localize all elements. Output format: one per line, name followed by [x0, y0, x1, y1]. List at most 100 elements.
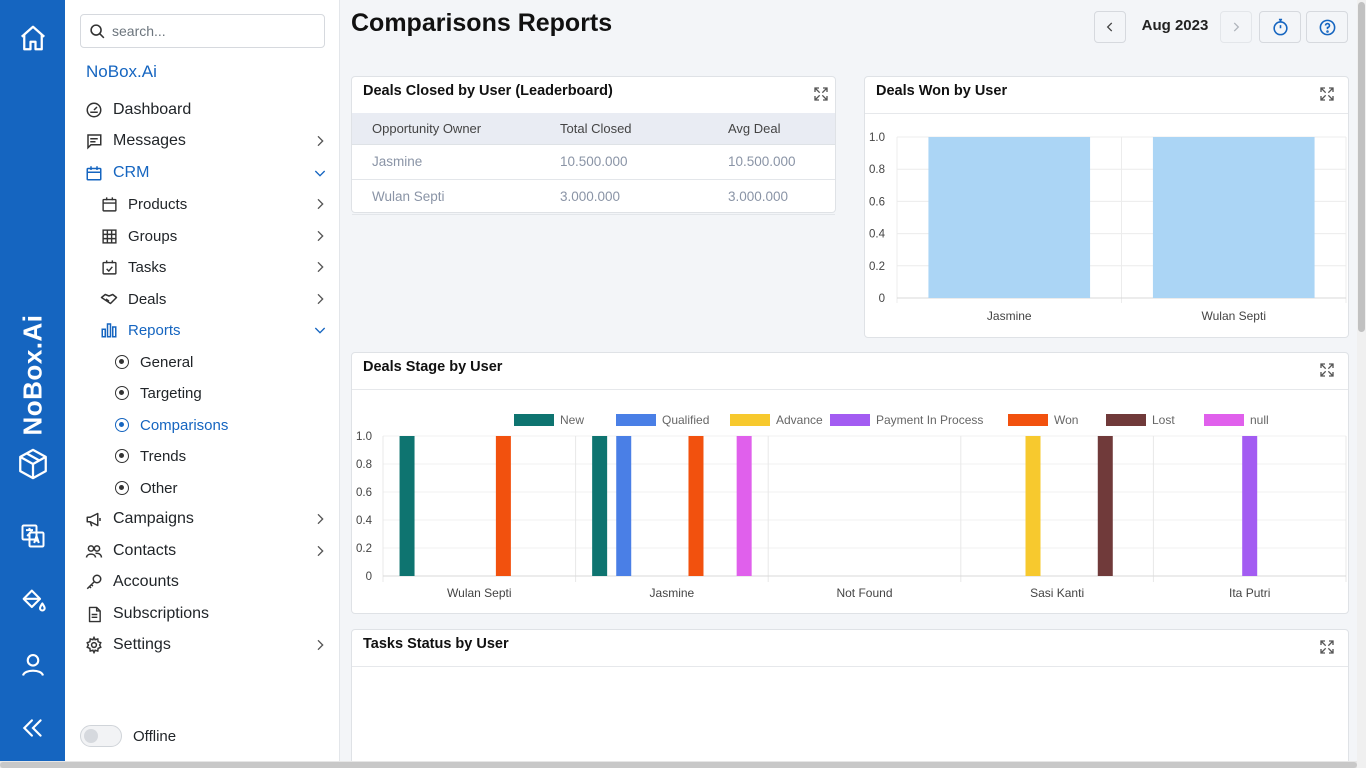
- sidebar-item-tasks[interactable]: Tasks: [100, 254, 328, 280]
- sidebar-item-label: Subscriptions: [113, 605, 210, 622]
- paint-bucket-icon[interactable]: [16, 583, 50, 617]
- search-icon: [90, 23, 105, 38]
- legend-label: Lost: [1152, 413, 1175, 427]
- scrollbar-thumb[interactable]: [0, 762, 1357, 768]
- x-tick-label: Wulan Septi: [1202, 309, 1266, 323]
- period-label: Aug 2023: [1141, 17, 1209, 34]
- legend-label: New: [560, 413, 584, 427]
- groups-icon: [100, 227, 118, 245]
- legend-swatch: [616, 414, 656, 426]
- sidebar-item-messages[interactable]: Messages: [85, 128, 328, 154]
- contacts-icon: [85, 542, 103, 560]
- chevron-right-icon: [317, 545, 324, 557]
- sidebar-item-subscriptions[interactable]: Subscriptions: [85, 601, 328, 627]
- leaderboard-table: Opportunity Owner Total Closed Avg Deal …: [352, 113, 835, 215]
- sidebar-item-accounts[interactable]: Accounts: [85, 569, 328, 595]
- sidebar-item-targeting[interactable]: Targeting: [115, 380, 328, 406]
- chevron-right-icon: [317, 230, 324, 242]
- legend-label: Advance: [776, 413, 823, 427]
- sidebar-item-contacts[interactable]: Contacts: [85, 538, 328, 564]
- sidebar: NoBox.Ai Dashboard Messages CRM Products…: [65, 0, 340, 768]
- chevron-down-icon: [314, 170, 326, 177]
- bar: [495, 436, 511, 576]
- y-tick-label: 0.2: [869, 261, 885, 273]
- sidebar-item-products[interactable]: Products: [100, 191, 328, 217]
- bar: [616, 436, 632, 576]
- sidebar-item-general[interactable]: General: [115, 349, 328, 375]
- bar: [688, 436, 704, 576]
- vertical-scrollbar[interactable]: [1357, 0, 1366, 768]
- card-title: Deals Stage by User: [363, 359, 503, 375]
- expand-icon[interactable]: [1319, 86, 1335, 102]
- bar: [592, 436, 608, 576]
- expand-icon[interactable]: [813, 86, 829, 102]
- crm-icon: [85, 164, 103, 182]
- sidebar-item-other[interactable]: Other: [115, 475, 328, 501]
- sidebar-item-settings[interactable]: Settings: [85, 632, 328, 658]
- chevron-right-icon: [317, 293, 324, 305]
- radio-icon: [115, 355, 129, 369]
- y-tick-label: 0.2: [356, 543, 372, 555]
- legend-swatch: [514, 414, 554, 426]
- timer-button[interactable]: [1259, 11, 1301, 43]
- sidebar-item-reports[interactable]: Reports: [100, 317, 328, 343]
- legend-label: Qualified: [662, 413, 709, 427]
- rail-brand: NoBox.Ai: [17, 314, 48, 436]
- bar-chart-icon: [100, 321, 118, 339]
- sidebar-item-label: Settings: [113, 636, 171, 653]
- sidebar-item-comparisons[interactable]: Comparisons: [115, 412, 328, 438]
- radio-icon: [115, 418, 129, 432]
- expand-icon[interactable]: [1319, 639, 1335, 655]
- sidebar-item-trends[interactable]: Trends: [115, 443, 328, 469]
- sidebar-item-crm[interactable]: CRM: [85, 160, 328, 186]
- table-row[interactable]: Wulan Septi 3.000.000 3.000.000: [352, 179, 835, 215]
- sidebar-item-groups[interactable]: Groups: [100, 223, 328, 249]
- expand-icon[interactable]: [1319, 362, 1335, 378]
- sidebar-item-deals[interactable]: Deals: [100, 286, 328, 312]
- horizontal-scrollbar[interactable]: [0, 761, 1357, 768]
- sidebar-item-label: General: [140, 353, 194, 371]
- legend-label: Payment In Process: [876, 413, 983, 427]
- bar: [1242, 436, 1258, 576]
- sidebar-item-dashboard[interactable]: Dashboard: [85, 97, 328, 123]
- scrollbar-thumb[interactable]: [1358, 2, 1365, 332]
- search-input[interactable]: [112, 23, 312, 39]
- column-header[interactable]: Total Closed: [540, 113, 708, 145]
- collapse-icon[interactable]: [16, 711, 50, 745]
- tasks-status-card: Tasks Status by User: [351, 629, 1349, 768]
- tasks-icon: [100, 258, 118, 276]
- y-tick-label: 0.4: [356, 515, 373, 527]
- sidebar-item-label: Contacts: [113, 542, 177, 559]
- legend-swatch: [730, 414, 770, 426]
- chevron-right-icon: [317, 198, 324, 210]
- table-cell: 10.500.000: [708, 144, 835, 180]
- x-tick-label: Wulan Septi: [447, 586, 511, 600]
- legend-label: null: [1250, 413, 1269, 427]
- sidebar-item-campaigns[interactable]: Campaigns: [85, 506, 328, 532]
- handshake-icon: [100, 290, 118, 308]
- deals-stage-card: Deals Stage by User New Qualified Advance P…: [351, 352, 1349, 614]
- home-icon[interactable]: [16, 21, 50, 55]
- chevron-right-icon: [317, 513, 324, 525]
- translate-icon[interactable]: [16, 519, 50, 553]
- help-icon: [1319, 19, 1335, 35]
- table-row[interactable]: Jasmine 10.500.000 10.500.000: [352, 144, 835, 180]
- sidebar-item-label: Trends: [140, 447, 187, 465]
- offline-toggle[interactable]: [80, 725, 122, 747]
- help-button[interactable]: [1306, 11, 1348, 43]
- prev-period-button[interactable]: [1094, 11, 1126, 43]
- card-title: Tasks Status by User: [363, 636, 509, 652]
- search-box[interactable]: [80, 14, 325, 48]
- gear-icon: [85, 636, 103, 654]
- bar: [736, 436, 752, 576]
- sidebar-item-label: Dashboard: [113, 101, 192, 118]
- user-icon[interactable]: [16, 648, 50, 682]
- column-header[interactable]: Opportunity Owner: [352, 113, 540, 145]
- y-tick-label: 0.6: [869, 196, 885, 208]
- y-tick-label: 0.8: [356, 459, 372, 471]
- box-logo-icon: [16, 447, 50, 481]
- chevron-right-icon: [317, 135, 324, 147]
- next-period-button[interactable]: [1220, 11, 1252, 43]
- column-header[interactable]: Avg Deal: [708, 113, 835, 145]
- sidebar-item-label: Targeting: [140, 384, 202, 402]
